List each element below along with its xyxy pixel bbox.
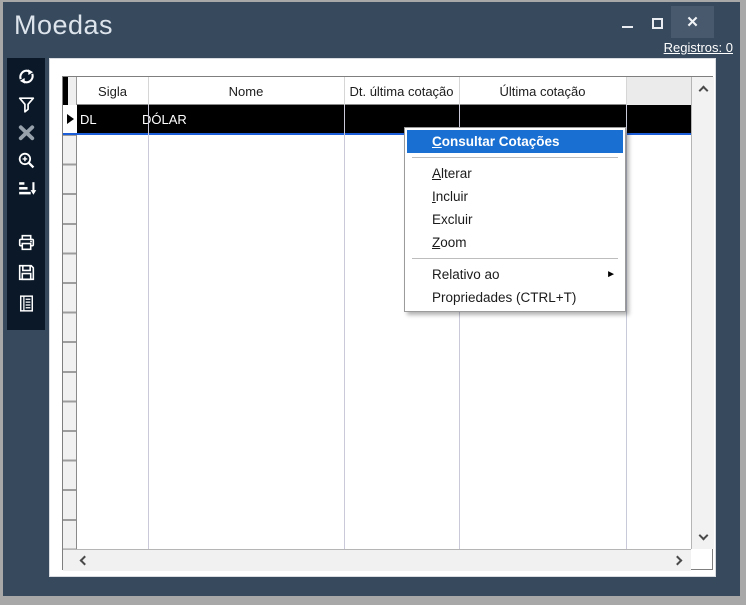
page-title: Moedas (14, 10, 113, 41)
menu-item-zoom[interactable]: Zoom (405, 231, 625, 254)
filter-button[interactable] (7, 90, 45, 118)
scroll-up-button[interactable] (692, 79, 714, 99)
column-header-dt-ultima-cotacao[interactable]: Dt. última cotação (344, 77, 459, 105)
close-button[interactable]: ✕ (671, 6, 714, 38)
submenu-arrow-icon: ► (606, 269, 616, 280)
chevron-right-icon (673, 556, 683, 566)
print-icon (16, 232, 37, 253)
menu-item-consultar-cotacoes[interactable]: Consultar Cotações (407, 130, 623, 153)
report-icon (16, 293, 37, 314)
chevron-left-icon (80, 556, 90, 566)
minimize-icon (622, 26, 633, 28)
current-row-arrow-icon (67, 114, 74, 124)
column-header-extra (626, 77, 691, 105)
save-icon (16, 262, 37, 283)
menu-separator (412, 258, 618, 259)
context-menu: Consultar Cotações Alterar Incluir Exclu… (404, 127, 626, 312)
clear-filter-icon (16, 122, 37, 143)
chevron-up-icon (698, 86, 708, 96)
clear-filter-button[interactable] (7, 118, 45, 146)
menu-item-propriedades[interactable]: Propriedades (CTRL+T) (405, 286, 625, 309)
grid-header: Sigla Nome Dt. última cotação Última cot… (63, 77, 691, 105)
column-header-ultima-cotacao[interactable]: Última cotação (459, 77, 626, 105)
cell-sigla: DL (80, 105, 97, 133)
menu-item-alterar[interactable]: Alterar (405, 162, 625, 185)
vertical-scrollbar[interactable] (691, 77, 714, 549)
zoom-in-icon (16, 150, 37, 171)
menu-item-incluir[interactable]: Incluir (405, 185, 625, 208)
close-icon: ✕ (686, 13, 699, 31)
scroll-left-button[interactable] (74, 550, 92, 571)
moedas-window: Moedas ✕ Registros: 0 (0, 0, 746, 605)
sort-button[interactable] (7, 174, 45, 202)
grid-indicator-header (68, 77, 77, 105)
minimize-button[interactable] (615, 10, 639, 36)
refresh-button[interactable] (7, 62, 45, 90)
menu-item-relativo-ao[interactable]: Relativo ao ► (405, 263, 625, 286)
scroll-down-button[interactable] (692, 527, 714, 547)
refresh-icon (16, 66, 37, 87)
menu-item-excluir[interactable]: Excluir (405, 208, 625, 231)
row-indicator (63, 105, 77, 133)
chevron-down-icon (698, 531, 708, 541)
toolbar-strip (7, 58, 45, 330)
row-indicator-column (63, 135, 77, 549)
column-header-sigla[interactable]: Sigla (77, 77, 148, 105)
report-button[interactable] (7, 289, 45, 317)
maximize-button[interactable] (644, 10, 670, 36)
registros-link[interactable]: Registros: 0 (664, 40, 733, 55)
column-header-nome[interactable]: Nome (148, 77, 344, 105)
maximize-icon (652, 18, 663, 29)
scroll-right-button[interactable] (670, 550, 688, 571)
save-button[interactable] (7, 258, 45, 286)
sort-icon (16, 178, 37, 199)
horizontal-scrollbar[interactable] (63, 549, 691, 571)
filter-icon (16, 94, 37, 115)
zoom-in-button[interactable] (7, 146, 45, 174)
print-button[interactable] (7, 228, 45, 256)
menu-separator (412, 157, 618, 158)
